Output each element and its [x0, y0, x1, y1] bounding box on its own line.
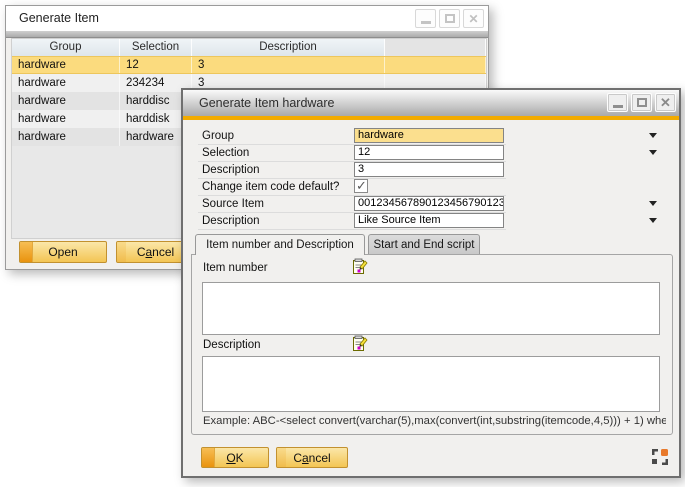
- close-icon: ✕: [468, 13, 478, 25]
- dialog-body: Group hardware Selection 12 Description …: [183, 120, 679, 476]
- description-input[interactable]: 3: [354, 162, 504, 177]
- form-row-source-item: Source Item 00123456789012345679012345: [198, 196, 506, 213]
- table-header: Group Selection Description: [12, 39, 486, 56]
- maximize-icon: [445, 14, 455, 23]
- minimize-button[interactable]: [415, 9, 436, 28]
- selection-label: Selection: [202, 145, 249, 161]
- item-number-label: Item number: [203, 262, 268, 274]
- resize-grip-icon[interactable]: [651, 448, 669, 466]
- tab-item-number-and-description[interactable]: Item number and Description: [195, 234, 365, 255]
- generate-item-titlebar[interactable]: Generate Item ✕: [6, 6, 488, 31]
- column-header-group[interactable]: Group: [12, 39, 120, 56]
- chevron-down-icon[interactable]: [649, 150, 657, 155]
- dialog-controls: ✕: [604, 93, 676, 112]
- form-row-description2: Description Like Source Item: [198, 213, 506, 230]
- column-header-description[interactable]: Description: [192, 39, 385, 56]
- cancel-button-label: Cancel: [137, 245, 174, 259]
- chevron-down-icon[interactable]: [649, 201, 657, 206]
- source-item-dropdown[interactable]: 00123456789012345679012345: [354, 196, 504, 211]
- change-item-code-label: Change item code default?: [202, 179, 339, 195]
- item-number-textarea[interactable]: [202, 282, 660, 335]
- cell-selection[interactable]: 12: [120, 57, 192, 73]
- button-accent-stripe: [20, 242, 33, 262]
- table-row[interactable]: hardware 12 3: [12, 56, 486, 74]
- group-dropdown[interactable]: hardware: [354, 128, 504, 143]
- form-row-selection: Selection 12: [198, 145, 506, 162]
- close-button[interactable]: ✕: [463, 9, 484, 28]
- close-icon: ✕: [660, 96, 671, 109]
- cell-filler: [385, 57, 486, 73]
- form-row-change-item-code: Change item code default?: [198, 179, 506, 196]
- titlebar-separator: [6, 31, 488, 38]
- selection-dropdown[interactable]: 12: [354, 145, 504, 160]
- window-title: Generate Item: [19, 11, 99, 25]
- panel-description-label: Description: [203, 339, 261, 351]
- cell-group[interactable]: hardware: [12, 74, 120, 92]
- window-controls: ✕: [412, 9, 484, 28]
- cell-group[interactable]: hardware: [12, 110, 120, 128]
- dialog-titlebar[interactable]: Generate Item hardware ✕: [183, 90, 679, 116]
- description2-label: Description: [202, 213, 260, 229]
- open-button[interactable]: Open: [19, 241, 107, 263]
- group-label: Group: [202, 128, 234, 144]
- panel-description-textarea[interactable]: [202, 356, 660, 412]
- cell-group[interactable]: hardware: [12, 57, 120, 73]
- cancel-button-label: Cancel: [293, 451, 330, 465]
- maximize-button[interactable]: [631, 93, 652, 112]
- cancel-button[interactable]: Cancel: [276, 447, 348, 468]
- column-header-filler: [385, 39, 486, 56]
- cell-description[interactable]: 3: [192, 57, 385, 73]
- form-row-description: Description 3: [198, 162, 506, 179]
- cell-group[interactable]: hardware: [12, 128, 120, 146]
- button-accent-stripe: [117, 242, 126, 262]
- edit-script-icon[interactable]: [352, 335, 368, 352]
- minimize-icon: [421, 21, 431, 24]
- maximize-button[interactable]: [439, 9, 460, 28]
- description2-dropdown[interactable]: Like Source Item: [354, 213, 504, 228]
- desktop: Generate Item ✕ Group Selection Descript…: [0, 0, 685, 487]
- source-item-label: Source Item: [202, 196, 264, 212]
- minimize-icon: [613, 105, 623, 108]
- ok-button-label: OK: [226, 451, 243, 465]
- edit-script-icon[interactable]: [352, 258, 368, 275]
- close-button[interactable]: ✕: [655, 93, 676, 112]
- chevron-down-icon[interactable]: [649, 133, 657, 138]
- dialog-title: Generate Item hardware: [199, 96, 335, 110]
- chevron-down-icon[interactable]: [649, 218, 657, 223]
- tab-start-and-end-script[interactable]: Start and End script: [368, 234, 480, 255]
- example-text: Example: ABC-<select convert(varchar(5),…: [203, 415, 666, 427]
- column-header-selection[interactable]: Selection: [120, 39, 192, 56]
- tab-panel: Item number Description: [191, 254, 673, 435]
- button-accent-stripe: [202, 448, 215, 467]
- minimize-button[interactable]: [607, 93, 628, 112]
- generate-item-hardware-dialog: Generate Item hardware ✕ Group hardware …: [181, 88, 681, 478]
- form-row-group: Group hardware: [198, 128, 506, 145]
- change-item-code-checkbox[interactable]: [354, 179, 368, 193]
- button-accent-stripe: [277, 448, 286, 467]
- cell-group[interactable]: hardware: [12, 92, 120, 110]
- description-label: Description: [202, 162, 260, 178]
- open-button-label: Open: [48, 245, 77, 259]
- maximize-icon: [637, 98, 647, 107]
- ok-button[interactable]: OK: [201, 447, 269, 468]
